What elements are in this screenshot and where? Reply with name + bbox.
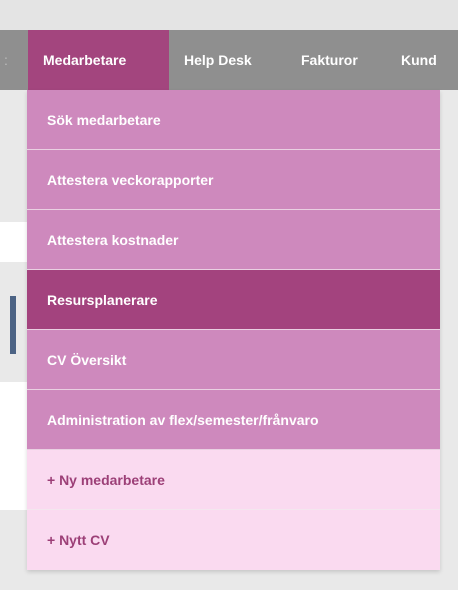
menu-item-ny-medarbetare[interactable]: + Ny medarbetare [27,450,440,510]
nav-scroll-left-indicator[interactable]: : [0,30,10,90]
background-panel [0,222,28,262]
nav-item-medarbetare[interactable]: Medarbetare [28,30,169,90]
background-accent-bar [10,296,16,354]
menu-item-attestera-kostnader[interactable]: Attestera kostnader [27,210,440,270]
menu-item-resursplanerare[interactable]: Resursplanerare [27,270,440,330]
medarbetare-dropdown-menu: Sök medarbetare Attestera veckorapporter… [27,90,440,570]
menu-item-administration-flex[interactable]: Administration av flex/semester/frånvaro [27,390,440,450]
background-right-strip [440,90,458,590]
main-navbar: : Medarbetare Help Desk Fakturor Kund [0,30,458,90]
nav-item-kund[interactable]: Kund [385,30,458,90]
menu-item-attestera-veckorapporter[interactable]: Attestera veckorapporter [27,150,440,210]
background-panel-lower [0,382,28,510]
nav-item-fakturor[interactable]: Fakturor [285,30,385,90]
top-strip [0,0,458,30]
menu-item-sok-medarbetare[interactable]: Sök medarbetare [27,90,440,150]
menu-item-cv-oversikt[interactable]: CV Översikt [27,330,440,390]
menu-item-nytt-cv[interactable]: + Nytt CV [27,510,440,570]
nav-item-help-desk[interactable]: Help Desk [169,30,285,90]
